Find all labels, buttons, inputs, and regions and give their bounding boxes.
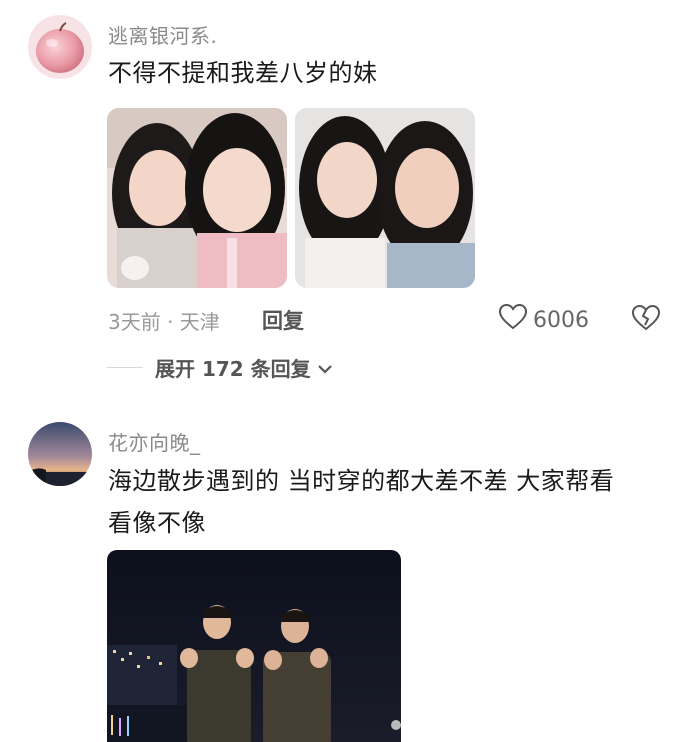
username[interactable]: 逃离银河系. [108, 20, 217, 49]
expand-replies-button[interactable]: 展开 172 条回复 [107, 353, 333, 382]
reply-button[interactable]: 回复 [262, 305, 304, 335]
comment-text: 不得不提和我差八岁的妹 [108, 59, 378, 87]
username[interactable]: 花亦向晚_ [108, 427, 201, 456]
like-button[interactable]: 6006 [498, 303, 589, 336]
divider [107, 367, 143, 368]
avatar[interactable] [28, 15, 92, 79]
dislike-button[interactable] [631, 304, 661, 335]
like-count: 6006 [533, 307, 589, 333]
comment-photo[interactable] [295, 108, 475, 288]
heart-icon [498, 303, 528, 336]
comment-photo[interactable] [107, 108, 287, 288]
chevron-down-icon [317, 356, 333, 380]
expand-replies-label: 展开 172 条回复 [155, 357, 311, 381]
comment-text: 海边散步遇到的 当时穿的都大差不差 大家帮看 [108, 467, 615, 495]
comment-item: 花亦向晚_ 海边散步遇到的 当时穿的都大差不差 大家帮看 看像不像 [0, 400, 690, 742]
comment-item: 逃离银河系. 不得不提和我差八岁的妹 3天前 · 天津 回复 6006 展开 1… [0, 0, 690, 400]
comment-photo[interactable] [107, 550, 401, 742]
broken-heart-icon [631, 304, 661, 335]
comment-time-location: 3天前 · 天津 [108, 310, 220, 334]
comment-text-line-2: 看像不像 [108, 509, 206, 537]
avatar[interactable] [28, 422, 92, 486]
